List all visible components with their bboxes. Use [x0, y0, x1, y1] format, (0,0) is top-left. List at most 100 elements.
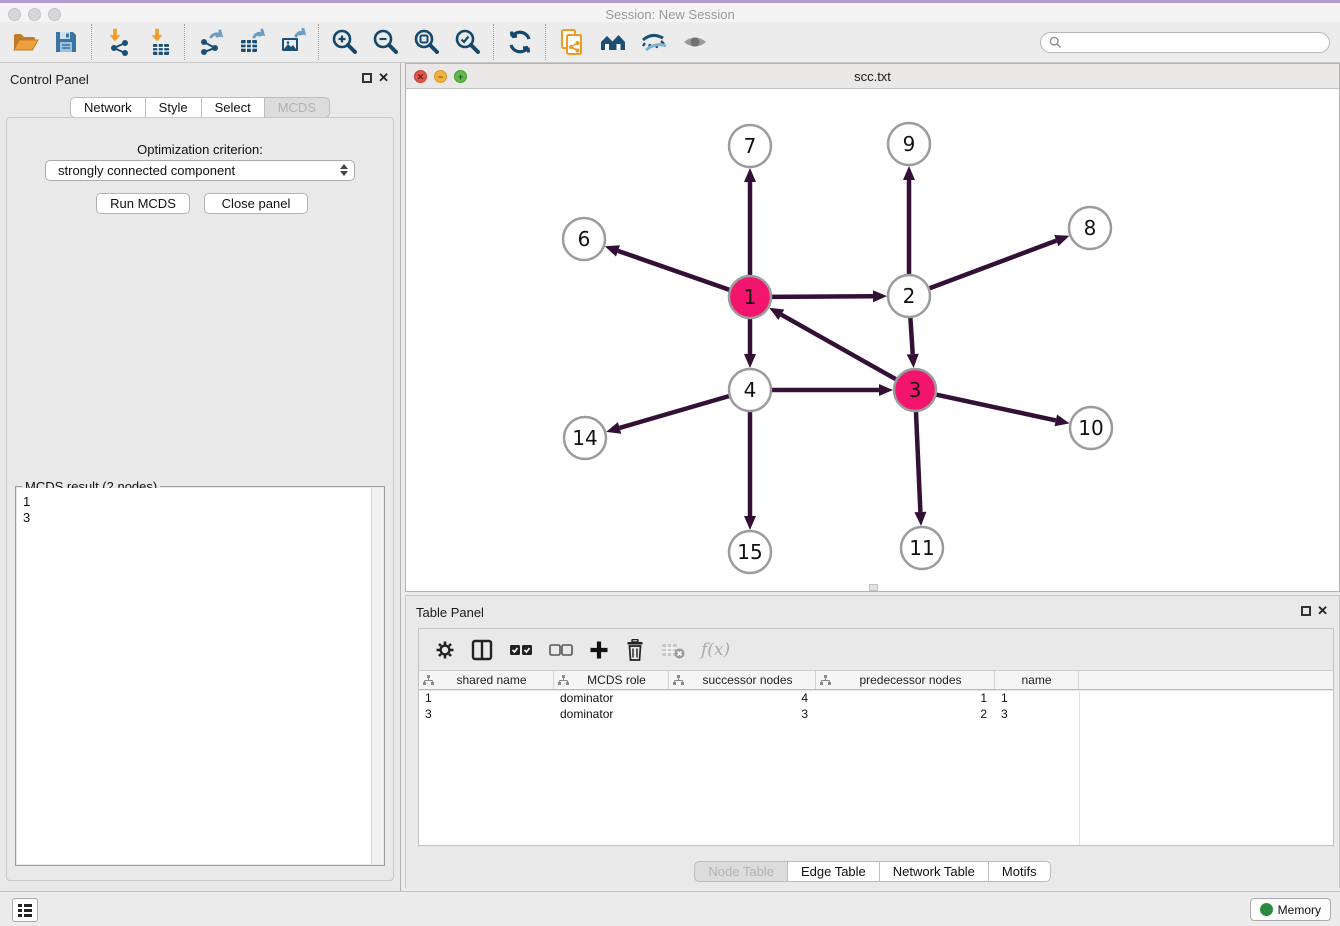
graph-edge-4-14[interactable]: [620, 396, 729, 428]
graph-edge-3-10[interactable]: [937, 395, 1056, 421]
graph-edge-2-3[interactable]: [910, 318, 912, 354]
node-table: shared name MCDS role successor nodes pr…: [419, 671, 1333, 845]
add-column-icon[interactable]: [589, 640, 609, 660]
table-cell[interactable]: 1: [995, 690, 1079, 706]
clone-network-icon[interactable]: [551, 24, 592, 60]
show-all-icon[interactable]: [674, 24, 715, 60]
toolbar-separator: [184, 24, 185, 60]
first-neighbors-icon[interactable]: [592, 24, 633, 60]
network-canvas[interactable]: 7968124314101511: [406, 89, 1339, 591]
window-title: Session: New Session: [0, 7, 1340, 22]
optimization-criterion-label: Optimization criterion:: [7, 142, 393, 157]
close-panel-icon[interactable]: ✕: [378, 70, 389, 85]
run-mcds-button[interactable]: Run MCDS: [96, 193, 190, 214]
table-cell[interactable]: 1: [816, 690, 995, 706]
import-table-icon[interactable]: [138, 24, 179, 60]
graph-edge-1-2[interactable]: [772, 296, 873, 297]
memory-button[interactable]: Memory: [1250, 898, 1331, 921]
float-panel-icon[interactable]: [362, 73, 372, 83]
node-table-block: f(x) shared name MCDS role successor nod…: [418, 628, 1334, 846]
column-type-icon: [820, 675, 831, 686]
search-box[interactable]: [1040, 32, 1330, 53]
select-all-icon[interactable]: [509, 643, 533, 657]
hide-selected-icon[interactable]: [633, 24, 674, 60]
table-cell[interactable]: 2: [816, 706, 995, 722]
zoom-out-icon[interactable]: [365, 24, 406, 60]
tab-select[interactable]: Select: [202, 97, 265, 118]
table-cell[interactable]: 1: [419, 690, 554, 706]
network-window-titlebar[interactable]: ✕ − + scc.txt: [406, 64, 1339, 89]
dropdown-stepper-icon: [340, 164, 348, 176]
network-view-window: ✕ − + scc.txt 7968124314101511: [405, 63, 1340, 592]
mcds-result-area[interactable]: 1 3: [17, 488, 383, 864]
delete-table-icon[interactable]: [661, 641, 685, 659]
splitter-handle[interactable]: [869, 584, 878, 591]
table-row[interactable]: 1dominator411: [419, 690, 1333, 706]
export-image-icon[interactable]: [272, 24, 313, 60]
tab-style[interactable]: Style: [146, 97, 202, 118]
export-table-icon[interactable]: [231, 24, 272, 60]
close-panel-button[interactable]: Close panel: [204, 193, 308, 214]
control-panel-title: Control Panel: [10, 72, 89, 87]
column-header-label: name: [999, 673, 1074, 687]
import-network-icon[interactable]: [97, 24, 138, 60]
graph-node-label: 11: [909, 536, 934, 560]
tab-edge-table[interactable]: Edge Table: [788, 861, 880, 882]
table-cell[interactable]: 3: [419, 706, 554, 722]
table-cell[interactable]: 3: [669, 706, 816, 722]
table-cell[interactable]: 4: [669, 690, 816, 706]
tab-network[interactable]: Network: [70, 97, 146, 118]
zoom-selected-icon[interactable]: [447, 24, 488, 60]
table-column-end-line: [1079, 690, 1080, 845]
mcds-result-lines: 1 3: [23, 494, 30, 526]
column-header-label: shared name: [434, 673, 549, 687]
deselect-all-icon[interactable]: [549, 643, 573, 657]
close-panel-icon[interactable]: ✕: [1317, 603, 1328, 618]
tab-motifs[interactable]: Motifs: [989, 861, 1051, 882]
open-file-icon[interactable]: [4, 24, 45, 60]
result-scrollbar[interactable]: [371, 488, 383, 864]
columns-icon[interactable]: [471, 639, 493, 661]
graph-node-label: 6: [578, 227, 591, 251]
graph-edge-1-6[interactable]: [618, 251, 729, 290]
save-session-icon[interactable]: [45, 24, 86, 60]
gear-icon[interactable]: [435, 640, 455, 660]
network-title: scc.txt: [406, 69, 1339, 84]
column-header-successor-nodes[interactable]: successor nodes: [669, 671, 816, 689]
graph-edge-3-1[interactable]: [781, 315, 895, 380]
tab-mcds[interactable]: MCDS: [265, 97, 330, 118]
apply-layout-icon[interactable]: [499, 24, 540, 60]
graph-node-label: 9: [903, 132, 916, 156]
column-header-name[interactable]: name: [995, 671, 1079, 689]
tab-node-table[interactable]: Node Table: [694, 861, 788, 882]
column-type-icon: [673, 675, 684, 686]
table-row[interactable]: 3dominator323: [419, 706, 1333, 722]
graph-edge-3-11[interactable]: [916, 412, 920, 512]
status-bar: Memory: [0, 891, 1340, 926]
column-header-predecessor-nodes[interactable]: predecessor nodes: [816, 671, 995, 689]
float-panel-icon[interactable]: [1301, 606, 1311, 616]
graph-node-label: 8: [1084, 216, 1097, 240]
column-header-label: predecessor nodes: [831, 673, 990, 687]
zoom-in-icon[interactable]: [324, 24, 365, 60]
search-input[interactable]: [1062, 35, 1321, 49]
table-cell[interactable]: dominator: [554, 690, 669, 706]
task-history-button[interactable]: [12, 898, 38, 922]
graph-node-label: 1: [744, 285, 757, 309]
toolbar-separator: [91, 24, 92, 60]
table-cell[interactable]: dominator: [554, 706, 669, 722]
graph-edge-2-8[interactable]: [930, 241, 1057, 289]
table-cell[interactable]: 3: [995, 706, 1079, 722]
network-graph[interactable]: 7968124314101511: [406, 89, 1339, 591]
zoom-fit-icon[interactable]: [406, 24, 447, 60]
main-toolbar: [0, 22, 1340, 63]
tab-network-table[interactable]: Network Table: [880, 861, 989, 882]
column-header-MCDS-role[interactable]: MCDS role: [554, 671, 669, 689]
delete-column-icon[interactable]: [625, 639, 645, 661]
export-network-icon[interactable]: [190, 24, 231, 60]
function-builder-icon[interactable]: f(x): [701, 640, 730, 660]
optimization-criterion-dropdown[interactable]: strongly connected component: [45, 160, 355, 181]
toolbar-separator: [545, 24, 546, 60]
graph-node-label: 10: [1078, 416, 1103, 440]
column-header-shared-name[interactable]: shared name: [419, 671, 554, 689]
